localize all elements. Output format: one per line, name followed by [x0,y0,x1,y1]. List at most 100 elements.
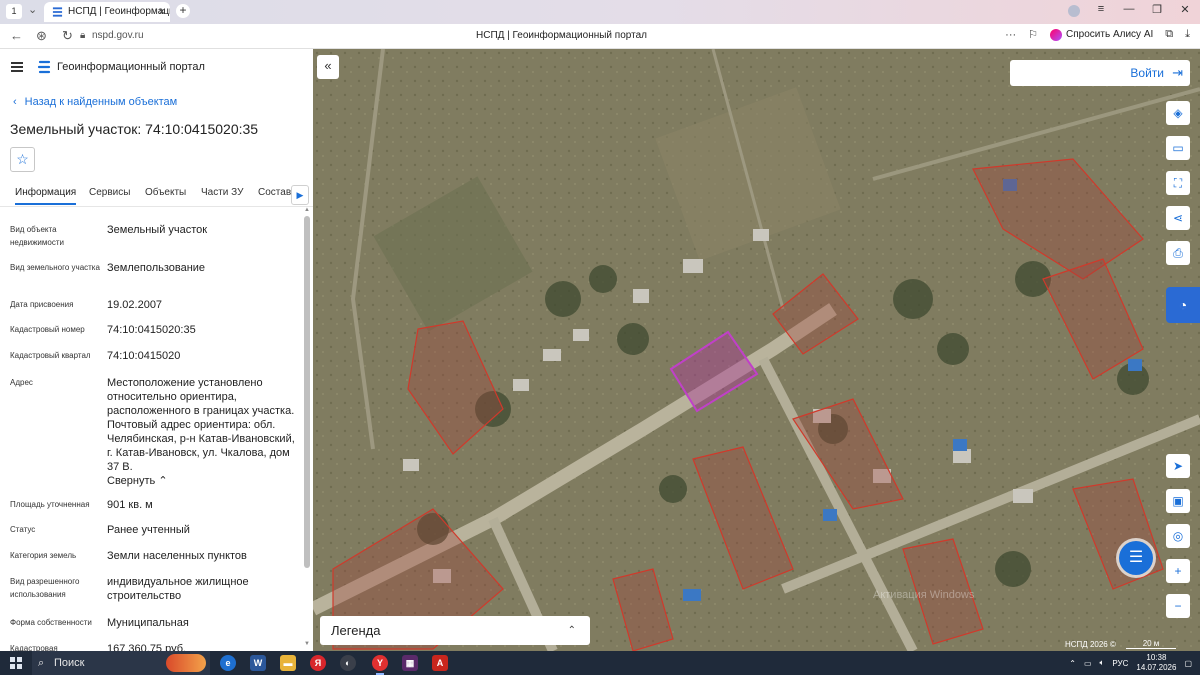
back-arrow-icon[interactable]: ← [10,28,23,43]
double-chevron-left-icon: « [324,58,332,73]
collapse-panel-button[interactable]: « [317,55,339,79]
search-icon: ⌕ [38,657,45,669]
geolocation-button[interactable]: ◎ [1166,524,1190,548]
field-label: Адрес [10,378,33,387]
minimize-icon[interactable]: — [1122,3,1136,17]
share-icon: ⋖ [1172,211,1184,225]
windows-taskbar: ⌕ Поиск e W ▬ Я ◐ Y ▦ A ⌃ ▭ 🔈︎ РУС 10:38… [0,651,1200,675]
layers-button[interactable]: ◈ [1166,101,1190,125]
reload-icon[interactable]: ↻ [62,28,73,44]
field-value: Землепользование [107,262,206,274]
field-value: 19.02.2007 [107,299,163,311]
shield-icon[interactable]: ⊛ [36,28,47,44]
field-label: Дата присвоения [10,300,74,309]
collapse-link[interactable]: Свернуть ⌃ [107,474,299,488]
field-value: Ранее учтенный [107,524,190,536]
tab-services[interactable]: Сервисы [89,187,130,198]
lock-icon: 🔒︎ [80,30,86,41]
bookmark-icon[interactable]: ⚐ [1028,28,1038,41]
extensions-icon[interactable]: ⧉ [1165,28,1173,41]
tab-parts[interactable]: Части ЗУ [201,187,243,198]
game-app-icon[interactable]: ▦ [402,655,418,671]
share-button[interactable]: ⋖ [1166,206,1190,230]
field-label: Кадастровый номер [10,325,85,334]
system-tray: ⌃ ▭ 🔈︎ РУС 10:38 14.07.2026 ▢ [1069,653,1192,673]
field-label: Вид земельного участка [10,263,100,272]
yandex-browser-alt-icon[interactable]: ◐ [340,655,356,671]
url-field[interactable]: nspd.gov.ru [92,30,144,41]
hamburger-menu-icon[interactable] [11,62,23,72]
tab-composition[interactable]: Состав [258,187,291,198]
location-pin-icon: ◎ [1172,529,1184,543]
network-icon[interactable]: ▭ [1084,659,1092,668]
tabs-scroll-right-button[interactable]: ▶ [291,185,309,205]
tab-objects[interactable]: Объекты [145,187,186,198]
new-tab-button[interactable]: + [176,4,190,18]
basemap-button[interactable]: ▣ [1166,489,1190,513]
windows-start-icon[interactable] [10,657,22,669]
profile-avatar[interactable] [1068,5,1080,17]
portal-name: Геоинформационный портал [57,61,205,73]
field-label: Категория земель [10,551,77,560]
help-widget-button[interactable]: ◔ [1166,287,1200,323]
search-highlight-image [166,654,206,672]
volume-icon[interactable]: 🔈︎ [1100,658,1105,668]
star-icon: ☆ [16,151,29,167]
scale-bar: 20 м [1126,639,1176,649]
browser-tab[interactable]: НСПД | Геоинформаци × [44,2,170,22]
yandex-icon[interactable]: Я [310,655,326,671]
restore-icon[interactable]: ❐ [1150,3,1164,17]
chat-button[interactable]: ☰ [1119,541,1153,575]
map-attribution: НСПД 2026 © [1065,640,1116,649]
notifications-icon[interactable]: ▢ [1184,659,1192,668]
menu-icon[interactable]: ≡ [1094,3,1108,17]
plus-icon: + [1174,564,1182,578]
yandex-browser-icon[interactable]: Y [372,655,388,671]
more-icon[interactable]: ··· [1005,29,1016,41]
page-title: НСПД | Геоинформационный портал [476,30,647,41]
print-button[interactable]: ⎙ [1166,241,1190,265]
scroll-up-arrow-icon[interactable]: ▲ [304,207,310,213]
scroll-down-arrow-icon[interactable]: ▼ [304,641,310,647]
chat-bubble-icon: ◔ [1178,297,1188,313]
legend-dropdown[interactable]: Легенда ⌃⌄ [320,616,590,645]
language-indicator[interactable]: РУС [1112,659,1128,668]
clock[interactable]: 10:38 14.07.2026 [1136,653,1176,673]
legend-label: Легенда [331,623,381,638]
close-tab-icon[interactable]: × [159,2,165,22]
file-explorer-icon[interactable]: ▬ [280,655,296,671]
browser-tab-bar: 1 ⌄ НСПД | Геоинформаци × + ≡ — ❐ ✕ [0,0,1200,24]
measure-button[interactable]: ▭ [1166,136,1190,160]
favorite-star-button[interactable]: ☆ [10,147,35,172]
tab-counter[interactable]: 1 [6,4,22,19]
locate-button[interactable]: ➤ [1166,454,1190,478]
login-button[interactable]: Войти ⇥ [1010,60,1190,86]
edge-icon[interactable]: e [220,655,236,671]
field-label: Статус [10,525,36,534]
taskbar-search[interactable]: ⌕ Поиск [32,651,210,675]
satellite-map [313,49,1200,651]
tab-title: НСПД | Геоинформаци [68,6,170,17]
back-to-results-link[interactable]: ‹ Назад к найденным объектам [13,96,177,108]
chevron-up-icon[interactable]: ⌃ [1069,659,1076,668]
zoom-in-button[interactable]: + [1166,559,1190,583]
tab-info[interactable]: Информация [15,187,77,205]
map-view[interactable]: Активация Windows « Войти ⇥ ◈ ▭ ⛶ ⋖ ⎙ ◔ … [313,49,1200,651]
close-icon[interactable]: ✕ [1178,3,1192,17]
chevron-down-icon[interactable]: ⌄ [28,3,37,16]
word-icon[interactable]: W [250,655,266,671]
chevron-up-icon: ⌃ [158,475,168,487]
area-select-button[interactable]: ⛶ [1166,171,1190,195]
alice-button[interactable]: Спросить Алису AI [1050,28,1153,41]
field-label: Вид объекта недвижимости [10,225,64,247]
download-icon[interactable]: ⤓ [1185,28,1190,41]
expand-chevron-icon: ⌃⌄ [567,625,576,636]
login-icon: ⇥ [1172,65,1183,80]
field-value: 167 360,75 руб. [107,643,187,651]
field-label: Площадь уточненная [10,500,90,509]
zoom-out-button[interactable]: − [1166,594,1190,618]
field-value: Муниципальная [107,617,189,629]
panel-scrollbar[interactable] [304,216,310,568]
layers-icon: ◈ [1173,106,1183,120]
pdf-reader-icon[interactable]: A [432,655,448,671]
